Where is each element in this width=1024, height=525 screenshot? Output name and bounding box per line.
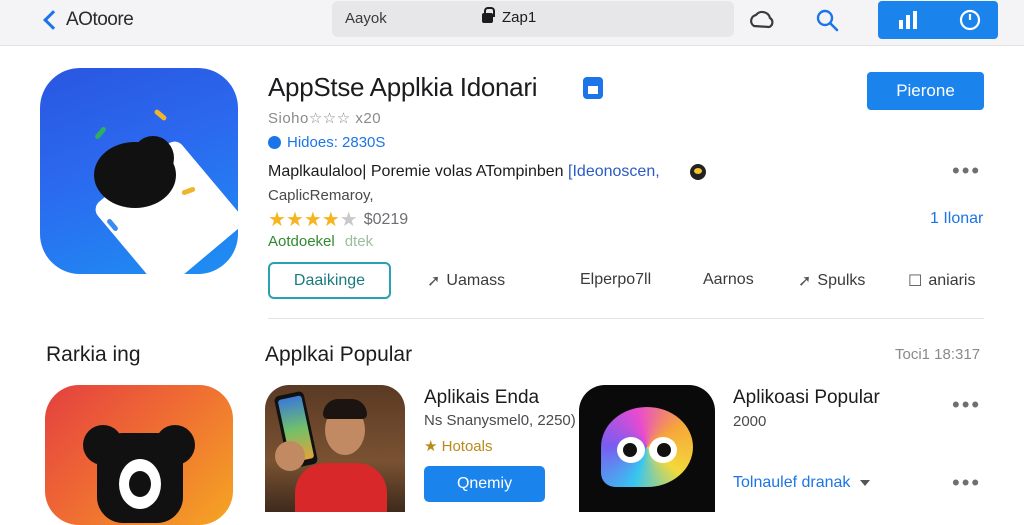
check-circle-icon bbox=[268, 136, 281, 149]
more-options-icon[interactable]: ••• bbox=[952, 394, 981, 416]
toolbar-button-group bbox=[878, 1, 998, 39]
app-description-link[interactable]: [Ideonoscen, bbox=[568, 163, 660, 180]
photo-shape bbox=[295, 463, 387, 512]
action-item[interactable]: ☐ aniaris bbox=[908, 271, 975, 291]
emoji-icon bbox=[690, 164, 706, 180]
app-rating-line: Sioho☆☆☆ x20 bbox=[268, 110, 382, 127]
action-item[interactable]: ➚ Uamass bbox=[427, 271, 505, 291]
comment-icon: ☐ bbox=[908, 273, 923, 290]
clock-icon[interactable] bbox=[958, 8, 982, 32]
green-label-text: Aotdoekel bbox=[268, 233, 335, 250]
app-photo-thumbnail[interactable] bbox=[265, 385, 405, 512]
card-subtitle: Ns Snanysmel0, 2250) bbox=[424, 412, 576, 429]
action-item[interactable]: Aarnos bbox=[703, 271, 754, 289]
card-title[interactable]: Aplikoasi Popular bbox=[733, 387, 880, 409]
more-options-icon[interactable]: ••• bbox=[952, 160, 981, 182]
green-label-faint: dtek bbox=[344, 233, 374, 250]
photo-shape bbox=[275, 441, 305, 471]
app-meta[interactable]: Hidoes: 2830S bbox=[268, 134, 385, 151]
rating-row: ★★★★★ $0219 bbox=[268, 207, 408, 232]
app-description-text: Maplkaulaloo| Poremie volas ATompinben bbox=[268, 163, 564, 180]
green-label: Aotdoekel dtek bbox=[268, 233, 373, 250]
app-category: CaplicRemaroy, bbox=[268, 187, 374, 204]
action-label: aniaris bbox=[928, 272, 976, 289]
cloud-icon[interactable] bbox=[747, 6, 777, 34]
card-subtitle: 2000 bbox=[733, 413, 767, 430]
app-icon bbox=[40, 68, 238, 274]
search-icon[interactable] bbox=[813, 6, 843, 34]
ranking-section-title: Rarkia ing bbox=[46, 343, 141, 366]
popular-app-icon[interactable] bbox=[579, 385, 715, 512]
photo-shape bbox=[323, 399, 367, 419]
primary-action-button[interactable]: Daaikinge bbox=[268, 262, 391, 299]
star-icon: ★ bbox=[285, 209, 304, 231]
get-button[interactable]: Pierone bbox=[867, 72, 984, 110]
icon-shape bbox=[623, 443, 637, 457]
dropdown-label: Tolnaulef dranak bbox=[733, 474, 851, 491]
action-label: Spulks bbox=[817, 272, 866, 289]
popular-section-title: Applkai Popular bbox=[265, 343, 413, 366]
more-options-icon[interactable]: ••• bbox=[952, 472, 981, 494]
app-icon-accent bbox=[153, 108, 168, 122]
divider bbox=[268, 318, 984, 319]
action-item[interactable]: ➚ Spulks bbox=[798, 271, 865, 291]
card-dropdown[interactable]: Tolnaulef dranak bbox=[733, 474, 871, 492]
back-label: AOtoore bbox=[66, 9, 134, 30]
star-icon: ★ bbox=[339, 209, 358, 231]
address-bar[interactable]: Aayok Zap1 bbox=[332, 1, 734, 37]
share-arrow-icon: ➚ bbox=[427, 273, 441, 290]
card-badge: ★ Hotoals bbox=[424, 438, 493, 455]
icon-shape bbox=[129, 471, 151, 497]
address-text: Zap1 bbox=[502, 9, 537, 26]
app-icon-shape bbox=[132, 136, 174, 180]
site-label: Aayok bbox=[345, 10, 387, 27]
action-item[interactable]: Elperpo7ll bbox=[580, 271, 651, 289]
star-icon: ★ bbox=[321, 209, 340, 231]
card-action-button[interactable]: Qnemiy bbox=[424, 466, 545, 502]
side-link[interactable]: 1 Ilonar bbox=[930, 210, 983, 228]
chart-icon[interactable] bbox=[897, 9, 919, 31]
forward-arrow-icon: ➚ bbox=[798, 273, 812, 290]
star-rating: ★★★★★ bbox=[268, 207, 358, 232]
rating-count: $0219 bbox=[363, 210, 409, 228]
card-title[interactable]: Aplikais Enda bbox=[424, 387, 539, 409]
action-label: Aarnos bbox=[703, 271, 754, 288]
action-label: Elperpo7ll bbox=[580, 271, 652, 288]
popular-section-meta: Toci1 18:317 bbox=[895, 346, 981, 363]
chevron-left-icon bbox=[43, 10, 63, 30]
app-title: AppStse Applkia Idonari bbox=[268, 72, 538, 102]
star-icon: ★ bbox=[303, 209, 322, 231]
icon-shape bbox=[601, 407, 693, 487]
caret-down-icon bbox=[860, 480, 871, 486]
back-button[interactable]: AOtoore bbox=[40, 6, 134, 34]
star-icon: ★ bbox=[268, 209, 286, 231]
verified-badge-icon bbox=[583, 77, 603, 99]
action-label: Uamass bbox=[446, 272, 506, 289]
app-meta-text: Hidoes: 2830S bbox=[287, 134, 386, 151]
lock-icon bbox=[482, 7, 495, 23]
top-bar: AOtoore Aayok Zap1 bbox=[0, 0, 1024, 46]
app-icon-accent bbox=[94, 126, 107, 140]
app-description: Maplkaulaloo| Poremie volas ATompinben [… bbox=[268, 163, 660, 181]
ranking-app-icon[interactable] bbox=[45, 385, 233, 525]
icon-shape bbox=[657, 443, 671, 457]
